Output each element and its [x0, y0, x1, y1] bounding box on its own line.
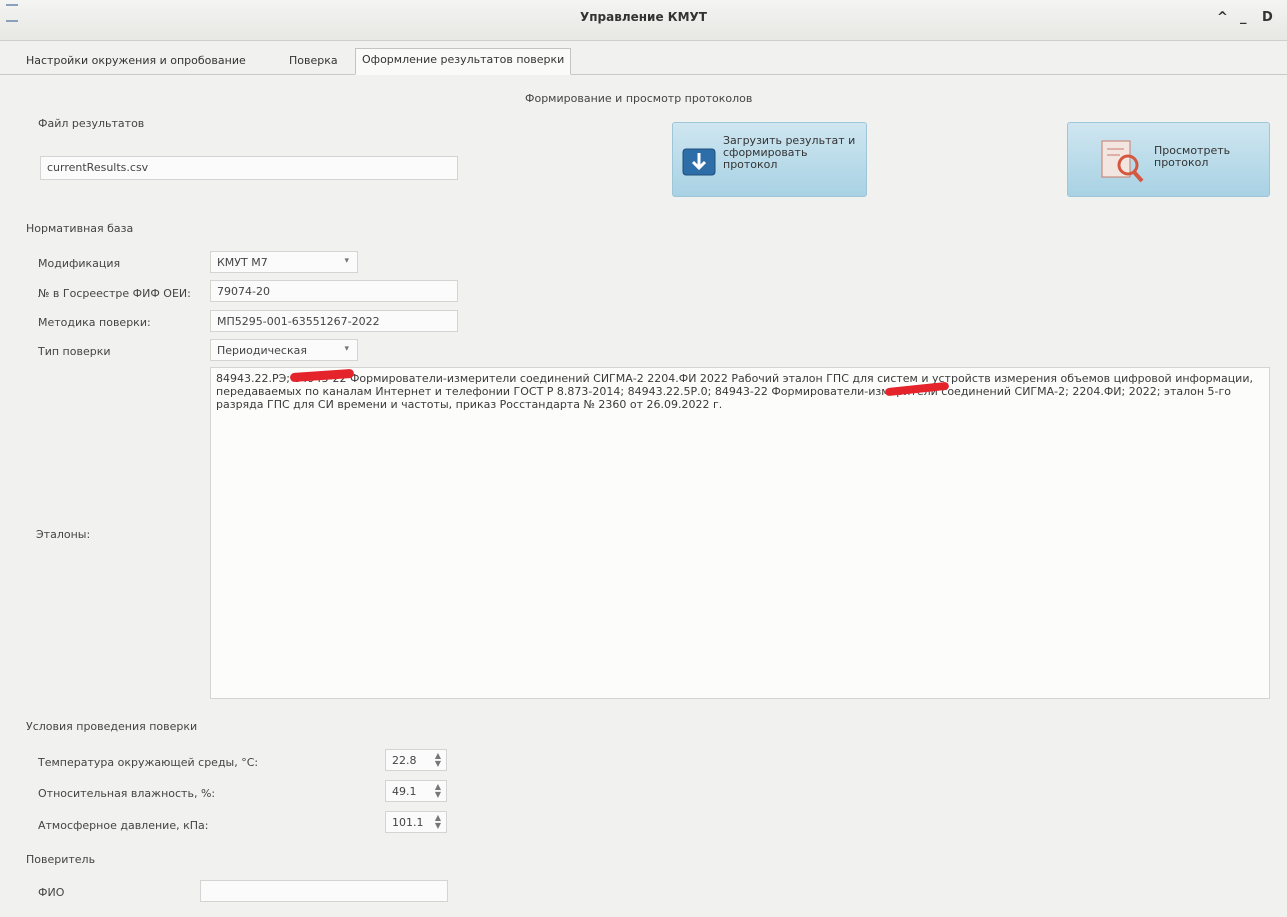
- dropdown-arrow-icon: ▾: [344, 256, 349, 266]
- maximize-icon[interactable]: D: [1262, 10, 1273, 25]
- pressure-label: Атмосферное давление, кПа:: [38, 819, 209, 832]
- shade-window-icon[interactable]: ^: [1217, 10, 1228, 25]
- verification-type-label: Тип поверки: [38, 345, 111, 358]
- registry-field[interactable]: 79074-20: [210, 280, 458, 302]
- method-label: Методика поверки:: [38, 316, 151, 329]
- section-header: Формирование и просмотр протоколов: [525, 92, 753, 105]
- verifier-name-label: ФИО: [38, 886, 65, 899]
- spin-arrows-icon[interactable]: ▲ ▼: [435, 783, 441, 799]
- minimize-icon[interactable]: _: [1240, 10, 1247, 25]
- humidity-label: Относительная влажность, %:: [38, 787, 216, 800]
- normative-base-heading: Нормативная база: [26, 222, 134, 235]
- results-file-field[interactable]: currentResults.csv: [40, 156, 458, 180]
- humidity-value: 49.1: [392, 785, 417, 798]
- etalons-label: Эталоны:: [36, 528, 91, 541]
- tab-results-formatting[interactable]: Оформление результатов поверки: [355, 48, 572, 75]
- pressure-spinbox[interactable]: 101.1 ▲ ▼: [385, 811, 447, 833]
- modification-value: КМУТ М7: [217, 256, 268, 269]
- method-field[interactable]: МП5295-001-63551267-2022: [210, 310, 458, 332]
- view-protocol-label: Просмотреть протокол: [1154, 144, 1231, 169]
- verifier-heading: Поверитель: [26, 853, 96, 866]
- temperature-spinbox[interactable]: 22.8 ▲ ▼: [385, 749, 447, 771]
- spin-arrows-icon[interactable]: ▲ ▼: [435, 814, 441, 830]
- temperature-label: Температура окружающей среды, °С:: [38, 756, 259, 769]
- tab-verification[interactable]: Поверка: [283, 50, 344, 72]
- conditions-heading: Условия проведения поверки: [26, 720, 198, 733]
- dropdown-arrow-icon: ▾: [344, 344, 349, 354]
- humidity-spinbox[interactable]: 49.1 ▲ ▼: [385, 780, 447, 802]
- window-title: Управление КМУТ: [580, 10, 707, 24]
- etalons-textarea[interactable]: 84943.22.РЭ; 84943-22 Формирователи-изме…: [210, 367, 1270, 699]
- verification-type-select[interactable]: Периодическая ▾: [210, 339, 358, 361]
- magnify-document-icon: [1101, 140, 1144, 183]
- download-icon: [682, 148, 716, 176]
- verification-type-value: Периодическая: [217, 344, 307, 357]
- view-protocol-button[interactable]: Просмотреть протокол: [1067, 122, 1270, 197]
- load-result-button[interactable]: Загрузить результат и сформировать прото…: [672, 122, 867, 197]
- registry-label: № в Госреестре ФИФ ОЕИ:: [38, 287, 191, 300]
- load-result-label: Загрузить результат и сформировать прото…: [723, 134, 856, 171]
- temperature-value: 22.8: [392, 754, 417, 767]
- pressure-value: 101.1: [392, 816, 424, 829]
- etalons-text: 84943.22.РЭ; 84943-22 Формирователи-изме…: [216, 372, 1253, 411]
- verifier-name-field[interactable]: [200, 880, 448, 902]
- spin-arrows-icon[interactable]: ▲ ▼: [435, 752, 441, 768]
- modification-select[interactable]: КМУТ М7 ▾: [210, 251, 358, 273]
- modification-label: Модификация: [38, 257, 121, 270]
- tab-environment-settings[interactable]: Настройки окружения и опробование: [20, 50, 252, 72]
- results-file-label: Файл результатов: [38, 117, 145, 130]
